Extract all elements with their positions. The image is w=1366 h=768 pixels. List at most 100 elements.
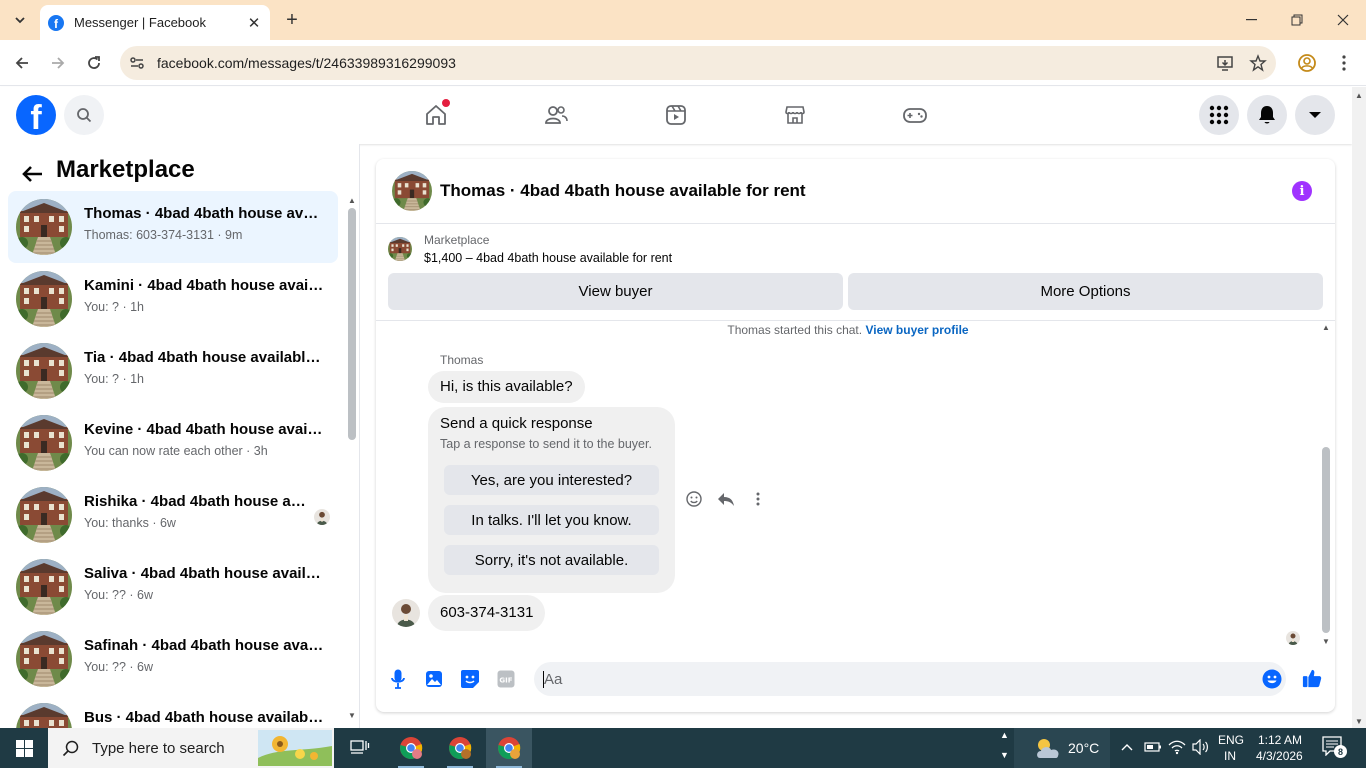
back-button[interactable] [8,49,36,77]
scroll-up-icon[interactable]: ▲ [1322,323,1330,332]
scroll-up-icon[interactable]: ▲ [1355,91,1363,100]
profile-button[interactable] [1296,52,1318,74]
quick-response-option[interactable]: In talks. I'll let you know. [444,505,659,535]
language-indicator[interactable]: ENG IN [1214,728,1248,768]
conversation-item[interactable]: Kamini · 4bad 4bath house available for … [8,263,338,335]
nav-gaming[interactable] [899,99,931,131]
new-tab-button[interactable]: + [280,8,304,32]
facebook-header: f [0,87,1352,144]
close-window-button[interactable] [1320,0,1366,40]
scroll-down-icon[interactable]: ▼ [348,711,356,720]
taskbar-chrome-app[interactable] [437,728,483,768]
message-bubble[interactable]: Hi, is this available? [428,371,585,403]
conversation-item[interactable]: Rishika · 4bad 4bath house available for… [8,479,338,551]
quick-response-option[interactable]: Sorry, it's not available. [444,545,659,575]
taskbar-search-box[interactable]: Type here to search [48,728,334,768]
tab-search-button[interactable] [8,8,32,32]
facebook-logo-icon[interactable]: f [16,95,56,135]
battery-icon[interactable] [1144,740,1162,754]
thread-scrollbar[interactable]: ▲ ▼ [1320,321,1332,651]
sender-avatar[interactable] [392,599,420,627]
scrollbar-thumb[interactable] [348,208,356,440]
nav-watch[interactable] [660,99,692,131]
message-input[interactable] [534,662,1286,696]
reload-button[interactable] [80,49,108,77]
sticker-button[interactable] [460,669,480,689]
emoji-button[interactable] [1262,669,1282,689]
browser-tab-messenger[interactable]: f Messenger | Facebook ✕ [40,5,270,40]
conversation-item[interactable]: Tia · 4bad 4bath house available for ren… [8,335,338,407]
conversation-name: Saliva · 4bad 4bath house available for … [84,565,324,582]
facebook-search-button[interactable] [64,95,104,135]
menu-grid-button[interactable] [1199,95,1239,135]
site-info-icon[interactable] [128,54,146,72]
gif-button[interactable]: GIF [496,669,516,689]
taskbar-chrome-app[interactable] [388,728,434,768]
volume-icon[interactable] [1192,739,1210,755]
message-bubble[interactable]: 603-374-3131 [428,595,546,631]
send-like-button[interactable] [1302,668,1322,688]
tab-close-icon[interactable]: ✕ [246,15,262,32]
notifications-button[interactable] [1247,95,1287,135]
restore-button[interactable] [1274,0,1320,40]
search-icon [77,108,92,123]
nav-marketplace[interactable] [779,99,811,131]
chevron-down-icon: ▼ [1000,750,1009,760]
browser-menu-button[interactable] [1333,52,1355,74]
conversation-item[interactable]: Saliva · 4bad 4bath house available for … [8,551,338,623]
account-menu-button[interactable] [1295,95,1335,135]
notification-center-button[interactable]: 8 [1322,736,1348,760]
nav-friends[interactable] [540,99,572,131]
view-buyer-profile-link[interactable]: View buyer profile [865,323,968,337]
sidebar-scrollbar[interactable]: ▲ ▼ [346,194,358,724]
text-caret [543,671,544,688]
task-view-button[interactable] [337,728,383,768]
message-composer: GIF [376,656,1335,712]
attach-photo-button[interactable] [424,669,444,689]
weather-widget[interactable]: 20°C [1014,728,1110,768]
chat-title[interactable]: Thomas · 4bad 4bath house available for … [440,181,806,201]
info-icon[interactable]: i [1292,181,1312,201]
conversation-preview: Thomas: 603-374-3131 · 9m [84,228,243,242]
minimize-button[interactable] [1228,0,1274,40]
region-code: IN [1224,749,1236,763]
listing-thumbnail [16,343,72,399]
nav-home[interactable] [420,99,452,131]
start-button[interactable] [0,728,48,768]
more-options-button[interactable]: More Options [848,273,1323,310]
conversation-preview: You: thanks · 6w [84,516,176,530]
listing-thumbnail[interactable] [388,237,412,261]
listing-avatar[interactable] [392,171,432,211]
page-scrollbar[interactable]: ▲ ▼ [1352,87,1366,728]
scroll-up-icon[interactable]: ▲ [348,196,356,205]
install-app-icon[interactable] [1216,54,1234,72]
notification-dot [442,99,450,107]
listing-price-title[interactable]: $1,400 – 4bad 4bath house available for … [424,251,672,265]
forward-button[interactable] [44,49,72,77]
reply-button[interactable] [716,489,736,509]
scrollbar-thumb[interactable] [1322,447,1330,633]
conversation-item[interactable]: Thomas · 4bad 4bath house available for … [8,191,338,263]
search-highlight-image [258,730,332,766]
back-button[interactable] [18,160,46,188]
address-bar[interactable]: facebook.com/messages/t/2463398931629909… [120,46,1276,80]
conversation-item[interactable]: Bus · 4bad 4bath house available for ren… [8,695,338,728]
clock[interactable]: 1:12 AM 4/3/2026 [1254,728,1318,768]
thumbs-up-icon [1302,669,1322,688]
marketplace-icon [785,106,805,124]
conversation-item[interactable]: Safinah · 4bad 4bath house available for… [8,623,338,695]
voice-clip-button[interactable] [388,669,408,689]
scroll-down-icon[interactable]: ▼ [1322,637,1330,646]
chevron-up-icon[interactable] [1120,740,1134,754]
scroll-down-icon[interactable]: ▼ [1355,717,1363,726]
view-buyer-button[interactable]: View buyer [388,273,843,310]
taskbar-chrome-app-active[interactable] [486,728,532,768]
bookmark-star-icon[interactable] [1249,54,1267,72]
wifi-icon[interactable] [1168,739,1186,755]
message-actions [684,489,768,509]
more-actions-button[interactable] [748,489,768,509]
quick-response-option[interactable]: Yes, are you interested? [444,465,659,495]
tray-overflow-arrows[interactable]: ▲ ▼ [998,730,1012,766]
react-button[interactable] [684,489,704,509]
conversation-item[interactable]: Kevine · 4bad 4bath house available for … [8,407,338,479]
